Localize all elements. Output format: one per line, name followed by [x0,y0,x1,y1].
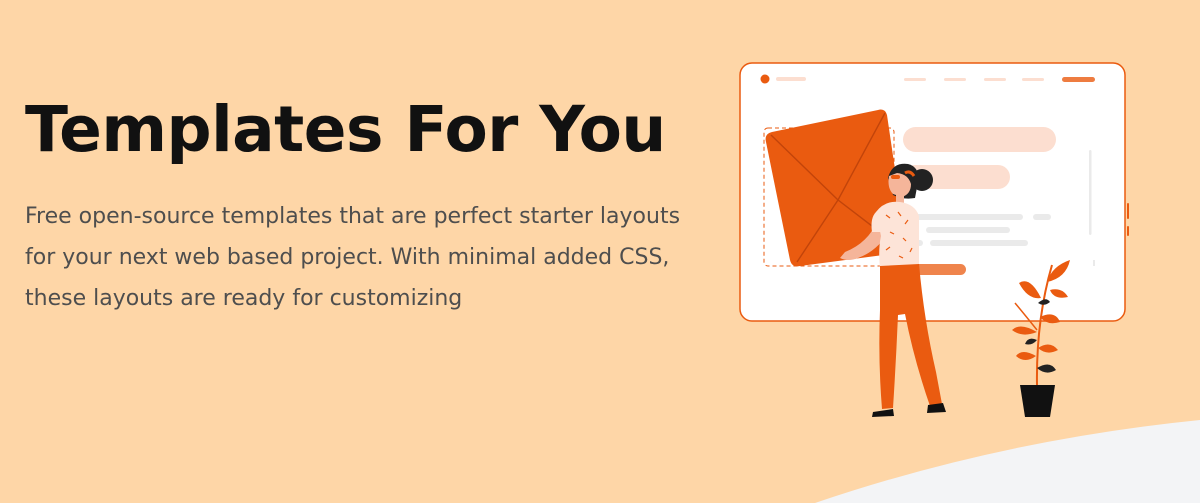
hero-illustration [739,62,1129,417]
placeholder-scrollbar [1089,150,1092,235]
plant-pot [1020,385,1055,417]
browser-dot-icon [760,74,770,84]
placeholder-heading [903,127,1056,152]
hero-section: Templates For You Free open-source templ… [0,0,1200,503]
